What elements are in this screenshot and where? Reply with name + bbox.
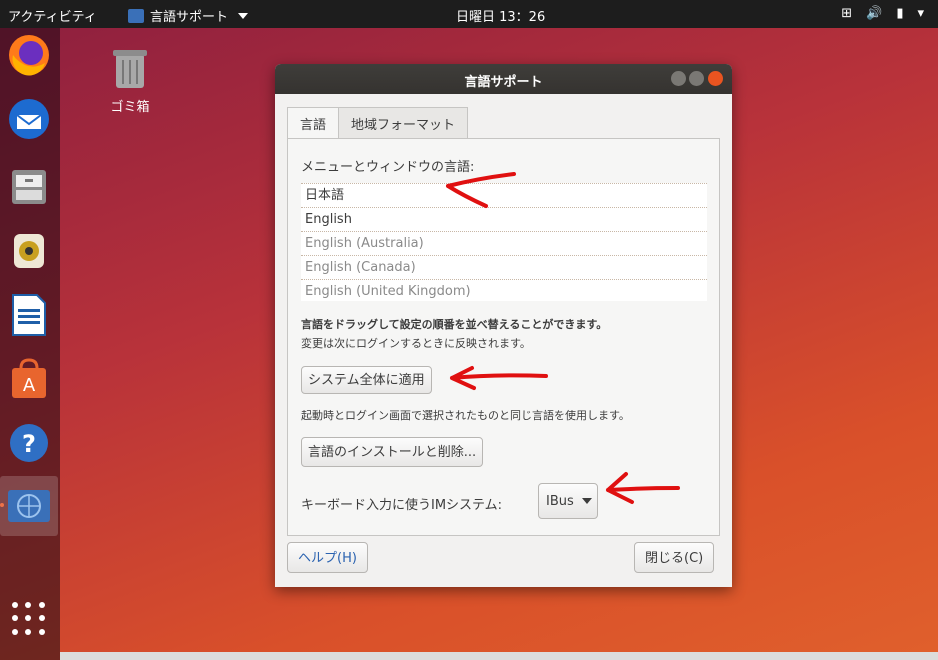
relogin-note: 変更は次にログインするときに反映されます。 bbox=[301, 337, 531, 350]
app-menu-label: 言語サポート bbox=[150, 10, 229, 25]
rhythmbox-icon[interactable] bbox=[6, 228, 52, 274]
files-icon[interactable] bbox=[6, 164, 52, 210]
chevron-down-icon bbox=[238, 12, 249, 19]
system-tray[interactable]: ⊞ 🔊 ▮ ▾ bbox=[841, 6, 924, 21]
language-support-dialog: 言語サポート 言語 地域フォーマット メニューとウィンドウの言語: 日本語 En… bbox=[275, 64, 732, 587]
thunderbird-icon[interactable] bbox=[6, 96, 52, 142]
show-applications-icon[interactable] bbox=[12, 602, 46, 636]
top-bar: アクティビティ 言語サポート 日曜日 13：26 ⊞ 🔊 ▮ ▾ bbox=[0, 0, 938, 28]
install-remove-languages-button[interactable]: 言語のインストールと削除... bbox=[301, 437, 484, 467]
trash-label: ゴミ箱 bbox=[110, 100, 150, 115]
tab-language[interactable]: 言語 bbox=[287, 107, 340, 139]
trash-desktop-icon[interactable]: ゴミ箱 bbox=[102, 44, 158, 115]
apply-note: 起動時とログイン画面で選択されたものと同じ言語を使用します。 bbox=[301, 409, 630, 422]
battery-icon: ▮ bbox=[896, 6, 904, 21]
svg-text:A: A bbox=[23, 375, 36, 396]
list-item[interactable]: English (Australia) bbox=[301, 232, 707, 256]
dock: A ? bbox=[0, 28, 60, 660]
maximize-button[interactable] bbox=[689, 71, 704, 86]
volume-icon: 🔊 bbox=[866, 6, 883, 21]
dialog-titlebar[interactable]: 言語サポート bbox=[275, 64, 732, 94]
trash-icon bbox=[113, 50, 147, 88]
chevron-down-icon bbox=[581, 498, 592, 504]
software-center-icon[interactable]: A bbox=[6, 356, 52, 402]
minimize-button[interactable] bbox=[671, 71, 686, 86]
list-item[interactable]: English (Canada) bbox=[301, 256, 707, 280]
libreoffice-writer-icon[interactable] bbox=[6, 292, 52, 338]
bottom-strip bbox=[60, 652, 938, 660]
dialog-title: 言語サポート bbox=[464, 75, 543, 90]
help-button[interactable]: ヘルプ(H) bbox=[287, 542, 368, 573]
annotation-arrow-icon bbox=[450, 366, 548, 390]
chevron-down-icon: ▾ bbox=[917, 6, 924, 21]
language-support-dock-icon[interactable] bbox=[0, 476, 58, 536]
svg-text:?: ? bbox=[22, 430, 36, 458]
im-system-value: IBus bbox=[546, 493, 574, 509]
clock[interactable]: 日曜日 13：26 bbox=[456, 6, 545, 25]
list-item[interactable]: English (United Kingdom) bbox=[301, 280, 707, 301]
help-icon[interactable]: ? bbox=[6, 420, 52, 466]
tab-regional-formats[interactable]: 地域フォーマット bbox=[338, 107, 469, 139]
im-system-select[interactable]: IBus bbox=[538, 483, 598, 519]
activities-button[interactable]: アクティビティ bbox=[8, 6, 97, 25]
app-menu[interactable]: 言語サポート bbox=[128, 6, 249, 25]
annotation-arrow-icon bbox=[446, 172, 516, 208]
close-button[interactable]: 閉じる(C) bbox=[634, 542, 715, 573]
language-support-icon bbox=[128, 8, 144, 23]
close-window-button[interactable] bbox=[708, 71, 723, 86]
drag-note: 言語をドラッグして設定の順番を並べ替えることができます。 bbox=[301, 318, 608, 331]
im-system-label: キーボード入力に使うIMシステム: bbox=[301, 498, 503, 513]
tab-bar: 言語 地域フォーマット bbox=[287, 107, 469, 139]
network-icon: ⊞ bbox=[841, 6, 853, 21]
firefox-icon[interactable] bbox=[6, 32, 52, 78]
apply-system-wide-button[interactable]: システム全体に適用 bbox=[301, 366, 432, 394]
annotation-arrow-icon bbox=[606, 472, 680, 504]
